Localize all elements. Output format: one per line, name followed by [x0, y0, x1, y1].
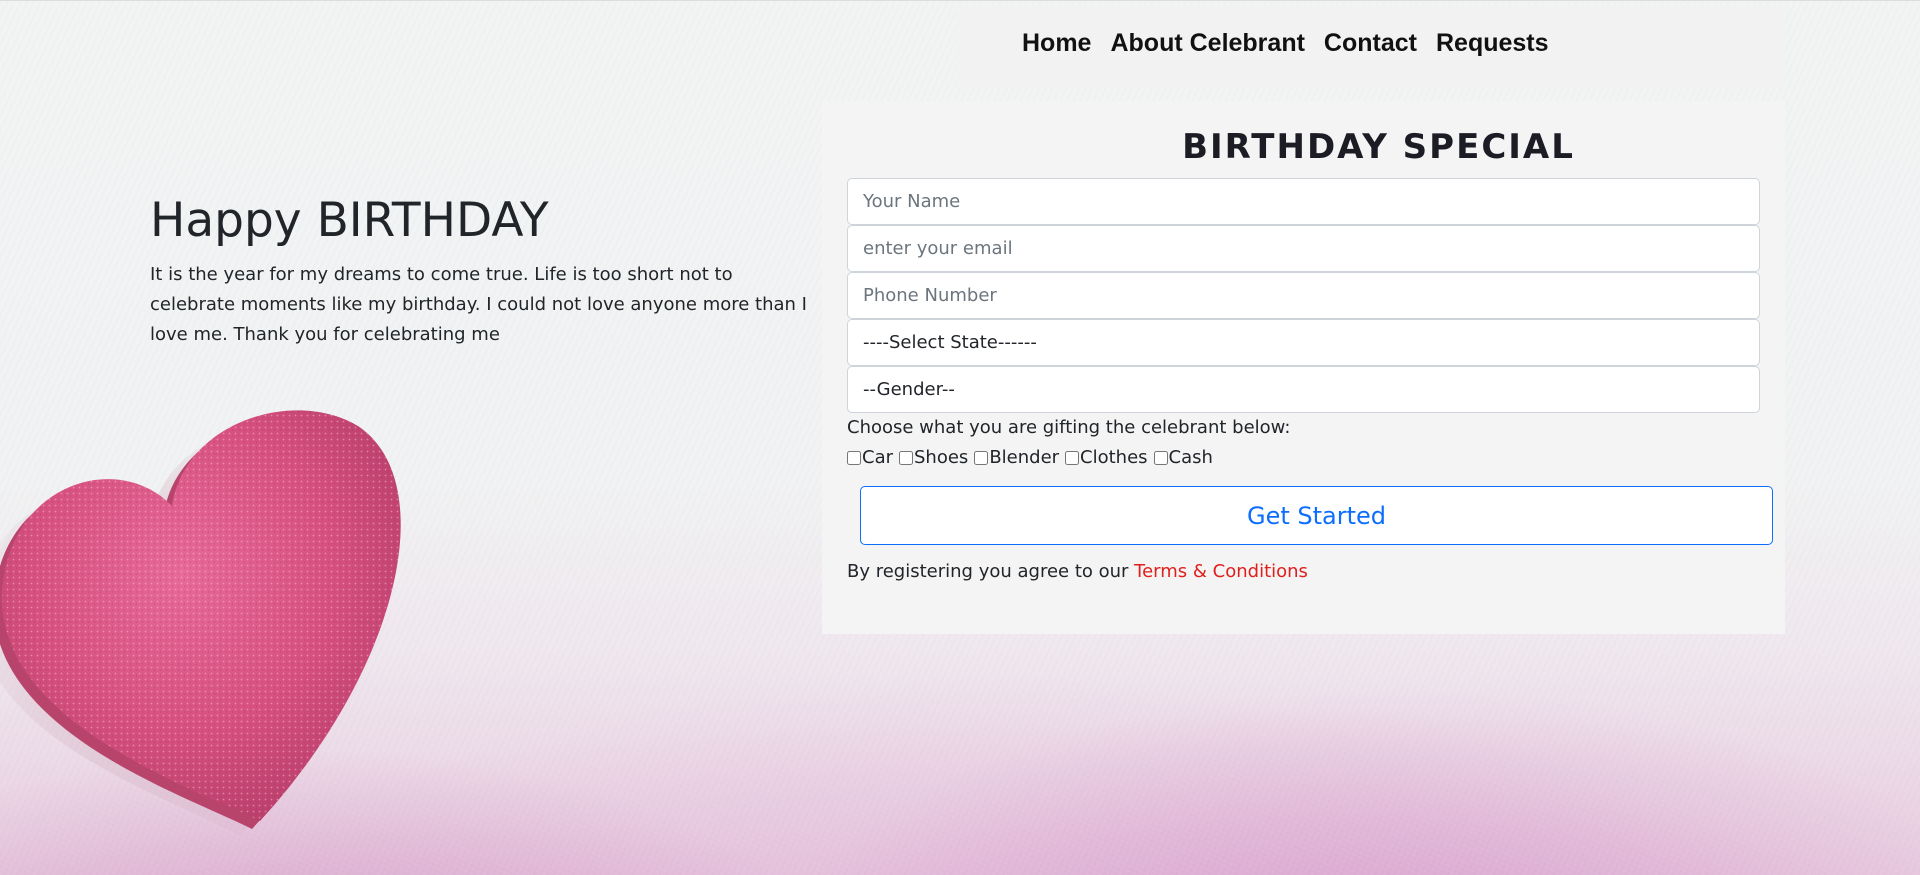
heart-icon: [0, 410, 401, 836]
gift-options: Car Shoes Blender Clothes Cash: [847, 447, 1219, 468]
nav-link-contact[interactable]: Contact: [1324, 29, 1417, 58]
registration-panel: BIRTHDAY SPECIAL ----Select State------ …: [822, 101, 1785, 634]
terms-link[interactable]: Terms & Conditions: [1134, 561, 1308, 582]
get-started-button[interactable]: Get Started: [860, 486, 1773, 545]
nav-link-about-celebrant[interactable]: About Celebrant: [1110, 29, 1304, 58]
phone-input[interactable]: [847, 272, 1760, 319]
heart-image: [0, 366, 500, 836]
gift-checkbox-cash[interactable]: [1153, 450, 1168, 465]
gift-option-clothes[interactable]: Clothes: [1065, 447, 1148, 468]
name-input[interactable]: [847, 178, 1760, 225]
gift-prompt: Choose what you are gifting the celebran…: [847, 417, 1291, 438]
terms-prefix: By registering you agree to our: [847, 561, 1129, 582]
form-title: BIRTHDAY SPECIAL: [1182, 127, 1575, 167]
gender-select[interactable]: --Gender--: [847, 366, 1760, 413]
gift-option-car[interactable]: Car: [847, 447, 893, 468]
hero-section: Happy BIRTHDAY It is the year for my dre…: [150, 193, 820, 350]
nav-links: Home About Celebrant Contact Requests: [1022, 29, 1568, 58]
gift-label-clothes: Clothes: [1080, 447, 1148, 468]
gift-checkbox-clothes[interactable]: [1065, 450, 1080, 465]
gift-option-blender[interactable]: Blender: [974, 447, 1059, 468]
gift-option-shoes[interactable]: Shoes: [899, 447, 968, 468]
gift-label-cash: Cash: [1168, 447, 1213, 468]
page: Home About Celebrant Contact Requests Ha…: [0, 0, 1920, 875]
hero-title: Happy BIRTHDAY: [150, 193, 549, 248]
state-select[interactable]: ----Select State------: [847, 319, 1760, 366]
navbar: Home About Celebrant Contact Requests: [956, 5, 1785, 88]
nav-link-home[interactable]: Home: [1022, 29, 1091, 58]
hero-text: It is the year for my dreams to come tru…: [150, 264, 807, 345]
terms-notice: By registering you agree to our Terms & …: [847, 561, 1308, 582]
nav-link-requests[interactable]: Requests: [1436, 29, 1549, 58]
gift-label-car: Car: [862, 447, 893, 468]
gift-label-blender: Blender: [989, 447, 1060, 468]
email-input[interactable]: [847, 225, 1760, 272]
gift-label-shoes: Shoes: [914, 447, 969, 468]
gift-option-cash[interactable]: Cash: [1153, 447, 1213, 468]
gift-checkbox-car[interactable]: [847, 450, 861, 465]
gift-checkbox-shoes[interactable]: [899, 450, 913, 465]
gift-checkbox-blender[interactable]: [974, 450, 989, 465]
